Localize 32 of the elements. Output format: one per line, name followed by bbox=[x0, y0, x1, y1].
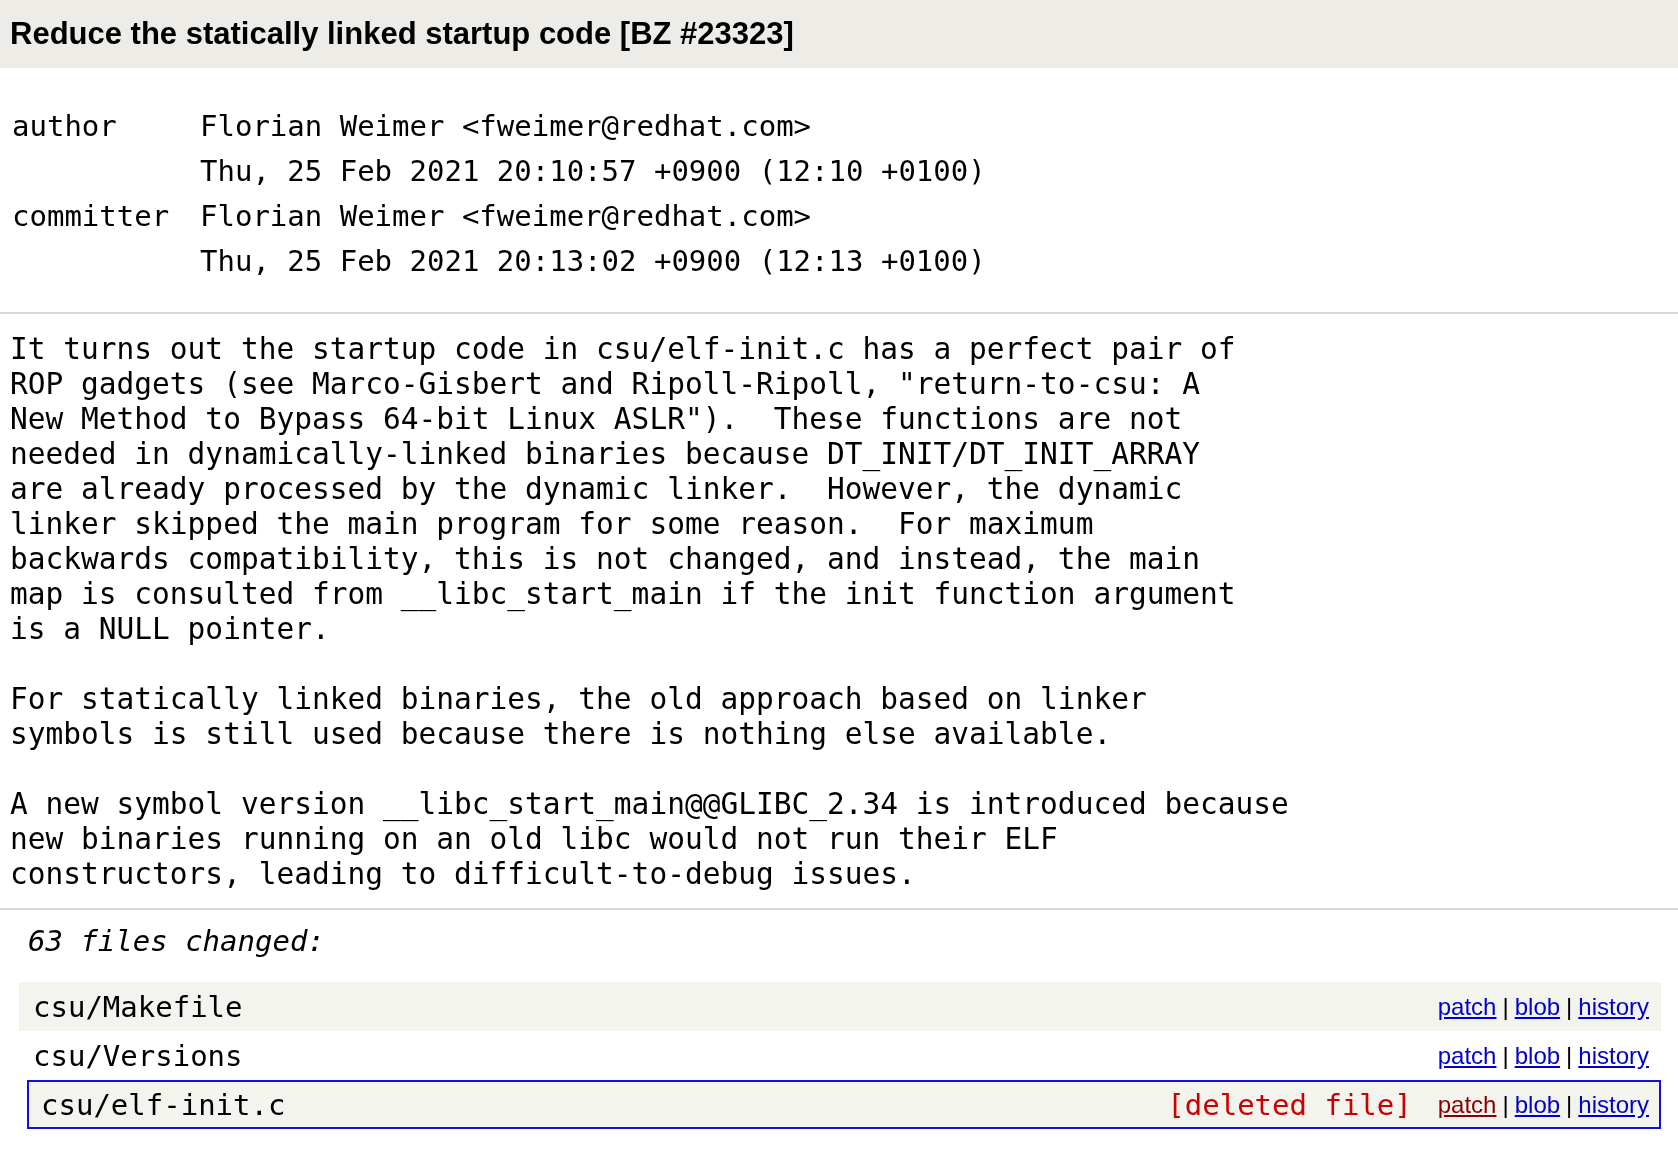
link-separator: | bbox=[1502, 1090, 1509, 1119]
commit-message-paragraph: It turns out the startup code in csu/elf-init.c has a perfect pair of ROP gadgets (see Marco-Gisbert and Ripoll-Ripoll, "return-to-csu: A New Method to Bypass 64-bit Linux ASLR"). These functions are not needed in dynamically-linked binaries because DT_INIT/DT_INIT_ARRAY are already processed by the dynamic linker. However, the dynamic linker skipped the main program for some reason. For maximum backwards compatibility, this is not changed, and instead, the main map is consulted from __libc_start_main if the init function argument is a NULL pointer. bbox=[10, 332, 1237, 647]
file-link[interactable]: history bbox=[1578, 992, 1649, 1021]
file-status: [deleted file] bbox=[1167, 1087, 1412, 1122]
link-separator: | bbox=[1502, 992, 1509, 1021]
file-row[interactable]: csu/Makefile patch | blob | history bbox=[19, 982, 1661, 1031]
file-link[interactable]: blob bbox=[1514, 992, 1561, 1021]
files-changed-heading: 63 files changed: bbox=[27, 923, 326, 960]
file-path: csu/elf-init.c bbox=[41, 1087, 287, 1122]
person-name: Florian Weimer <fweimer@redhat.com> bbox=[200, 198, 813, 235]
commit-message-paragraph: A new symbol version __libc_start_main@@GLIBC_2.34 is introduced because new binaries running on an old libc would not run their ELF constructors, leading to difficult-to-debug issues. bbox=[10, 787, 1290, 892]
file-link[interactable]: patch bbox=[1437, 1041, 1497, 1070]
link-separator: | bbox=[1566, 992, 1573, 1021]
file-link[interactable]: blob bbox=[1514, 1041, 1561, 1070]
file-link[interactable]: history bbox=[1578, 1090, 1649, 1119]
link-separator: | bbox=[1566, 1041, 1573, 1070]
role-label: author bbox=[12, 108, 118, 145]
commit-date: Thu, 25 Feb 2021 20:13:02 +0900 (12:13 +0100) bbox=[200, 243, 987, 280]
role-label: committer bbox=[12, 198, 171, 235]
commit-title: Reduce the statically linked startup code [BZ #23323] bbox=[0, 0, 1678, 68]
link-separator: | bbox=[1502, 1041, 1509, 1070]
file-row[interactable]: csu/elf-init.c [deleted file] patch | blob | history bbox=[27, 1080, 1661, 1129]
file-link[interactable]: history bbox=[1578, 1041, 1649, 1070]
file-link[interactable]: patch bbox=[1437, 1090, 1497, 1119]
file-path: csu/Versions bbox=[33, 1038, 244, 1073]
commit-message-paragraph: For statically linked binaries, the old approach based on linker symbols is still used because there is nothing else available. bbox=[10, 682, 1148, 752]
file-link[interactable]: patch bbox=[1437, 992, 1497, 1021]
person-name: Florian Weimer <fweimer@redhat.com> bbox=[200, 108, 813, 145]
link-separator: | bbox=[1566, 1090, 1573, 1119]
file-link[interactable]: blob bbox=[1514, 1090, 1561, 1119]
commit-date: Thu, 25 Feb 2021 20:10:57 +0900 (12:10 +0100) bbox=[200, 153, 987, 190]
file-path: csu/Makefile bbox=[33, 989, 244, 1024]
